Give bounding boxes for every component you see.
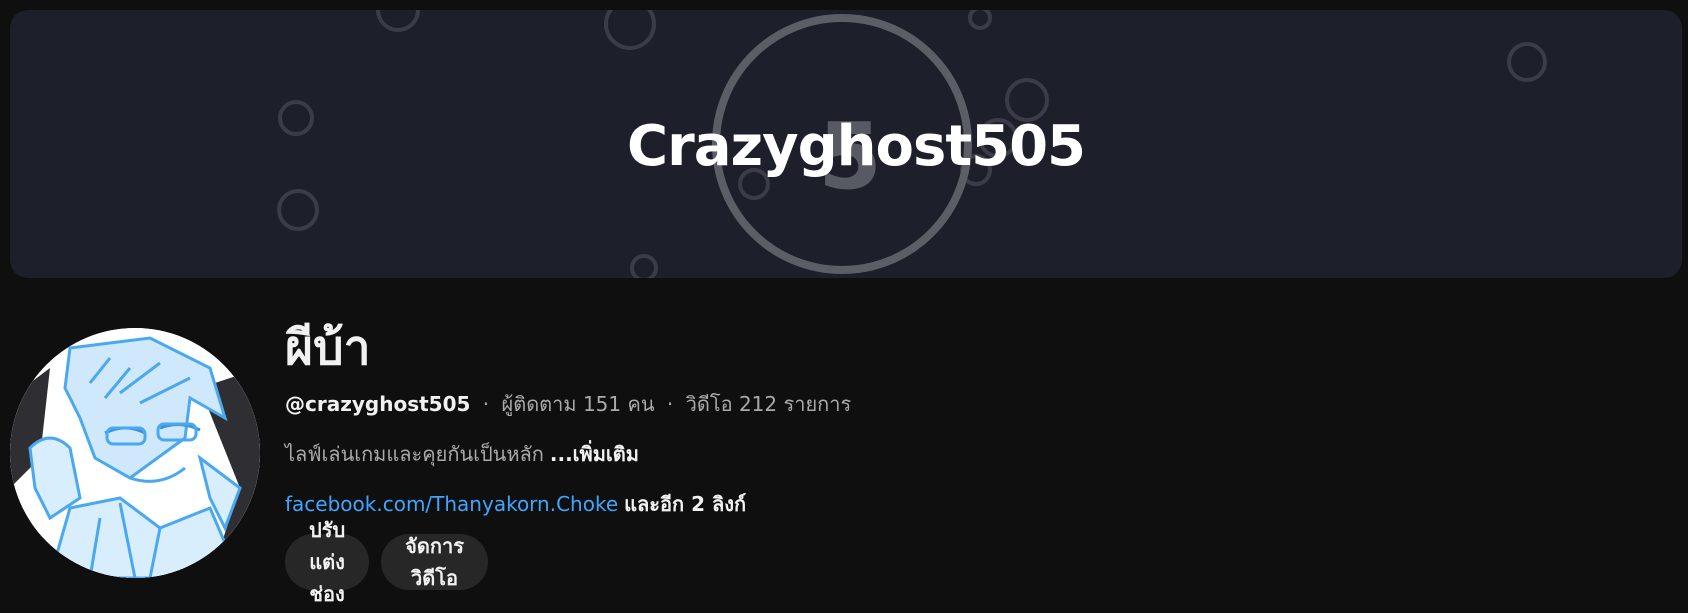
- more-button[interactable]: ...เพิ่มเติม: [550, 442, 639, 466]
- meta-separator: ·: [666, 392, 674, 416]
- channel-banner: 5 Crazyghost505: [10, 10, 1682, 278]
- channel-actions: ปรับแต่งช่อง จัดการวิดีโอ: [285, 518, 488, 606]
- avatar-illustration: [10, 328, 260, 578]
- channel-description[interactable]: ไลฟ์เล่นเกมและคุยกันเป็นหลัก ...เพิ่มเติม: [285, 438, 639, 470]
- more-links-button[interactable]: และอีก 2 ลิงก์: [624, 492, 746, 516]
- subscriber-count: ผู้ติดตาม 151 คน: [501, 392, 655, 416]
- description-text: ไลฟ์เล่นเกมและคุยกันเป็นหลัก: [285, 442, 544, 466]
- meta-separator: ·: [482, 392, 490, 416]
- facebook-link[interactable]: facebook.com/Thanyakorn.Choke: [285, 492, 618, 516]
- channel-links: facebook.com/Thanyakorn.Choke และอีก 2 ลิ…: [285, 488, 746, 520]
- video-count: วิดีโอ 212 รายการ: [685, 392, 852, 416]
- channel-avatar[interactable]: [10, 328, 260, 578]
- manage-videos-button[interactable]: จัดการวิดีโอ: [381, 534, 488, 590]
- channel-meta: @crazyghost505 · ผู้ติดตาม 151 คน · วิดี…: [285, 388, 851, 420]
- banner-title: Crazyghost505: [626, 114, 1086, 179]
- customize-channel-button[interactable]: ปรับแต่งช่อง: [285, 518, 370, 606]
- channel-handle: @crazyghost505: [285, 392, 471, 416]
- channel-name: ผีบ้า: [285, 320, 371, 376]
